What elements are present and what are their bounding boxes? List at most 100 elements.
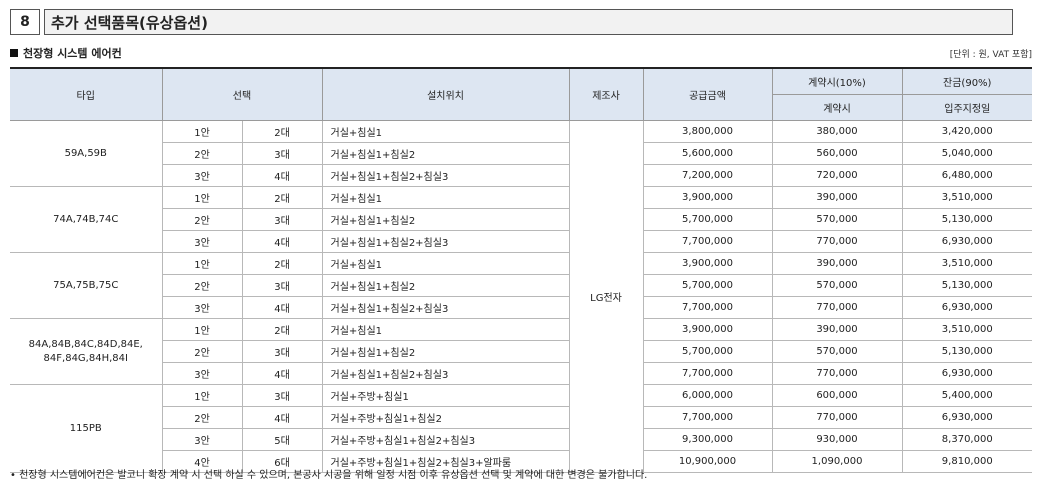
balance-cell: 9,810,000 (901, 450, 1032, 473)
section-header: 8 추가 선택품목(유상옵션) (10, 9, 1013, 35)
location-cell: 거실+침실1+침실2 (321, 340, 570, 363)
price-cell: 7,700,000 (642, 296, 773, 319)
plan-cell: 1안 (161, 120, 243, 143)
price-cell: 5,600,000 (642, 142, 773, 165)
location-cell: 거실+침실1+침실2 (321, 142, 570, 165)
price-cell: 3,900,000 (642, 318, 773, 341)
sub-heading-bar: 천장형 시스템 에어컨 [단위 : 원, VAT 포함] (10, 44, 1032, 62)
options-table: 타입 선택 설치위치 제조사 공급금액 계약시(10%) 잔금(90%) 계약시… (10, 67, 1032, 473)
header-contract: 계약시(10%) (771, 67, 903, 95)
location-cell: 거실+침실1+침실2+침실3 (321, 230, 570, 253)
balance-cell: 6,480,000 (901, 164, 1032, 187)
location-cell: 거실+침실1 (321, 318, 570, 341)
price-cell: 9,300,000 (642, 428, 773, 451)
contract-cell: 390,000 (771, 252, 903, 275)
location-cell: 거실+침실1 (321, 186, 570, 209)
price-cell: 7,700,000 (642, 230, 773, 253)
table-row: 3안 4대 거실+침실1+침실2+침실3 7,700,000 770,000 6,930,… (10, 230, 1032, 253)
price-cell: 7,700,000 (642, 406, 773, 429)
plan-cell: 3안 (162, 362, 243, 385)
contract-cell: 600,000 (771, 384, 903, 407)
balance-cell: 8,370,000 (901, 428, 1032, 451)
plan-cell: 1안 (161, 252, 243, 275)
location-cell: 거실+침실1+침실2+침실3 (321, 164, 570, 187)
table-row: 84A,84B,84C,84D,84E, 84F,84G,84H,84I 1안 2대 거… (10, 318, 1032, 385)
plan-cell: 2안 (162, 406, 243, 429)
sub-heading-text: 천장형 시스템 에어컨 (23, 47, 122, 60)
balance-cell: 6,930,000 (901, 406, 1032, 429)
table-row: 3안 4대 거실+침실1+침실2+침실3 7,700,000 770,000 6,930,… (10, 296, 1032, 319)
units-cell: 5대 (241, 428, 323, 451)
balance-cell: 6,930,000 (901, 296, 1032, 319)
contract-cell: 770,000 (771, 296, 903, 319)
type-cell: 84A,84B,84C,84D,84E, 84F,84G,84H,84I (10, 318, 163, 385)
balance-cell: 3,420,000 (901, 120, 1032, 143)
balance-cell: 5,130,000 (901, 340, 1032, 363)
location-cell: 거실+침실1+침실2 (321, 208, 570, 231)
contract-cell: 720,000 (771, 164, 903, 187)
contract-cell: 560,000 (771, 142, 903, 165)
units-cell: 4대 (241, 362, 323, 385)
options-table-body: 59A,59B 1안 2대 거실+침실1 LG전자 3,800,000 380,000 3,4… (10, 120, 1032, 473)
header-row: 타입 선택 설치위치 제조사 공급금액 계약시(10%) 잔금(90%) (10, 67, 1032, 121)
units-cell: 3대 (241, 142, 323, 165)
units-cell: 2대 (241, 186, 323, 209)
header-location: 설치위치 (321, 67, 570, 121)
table-row: 75A,75B,75C 1안 2대 거실+침실1 3,900,000 390,000 3,5… (10, 252, 1032, 319)
location-cell: 거실+침실1+침실2+침실3 (321, 296, 570, 319)
plan-cell: 2안 (162, 142, 243, 165)
contract-cell: 570,000 (771, 340, 903, 363)
balance-cell: 6,930,000 (901, 230, 1032, 253)
header-type: 타입 (10, 67, 163, 121)
price-cell: 10,900,000 (642, 450, 773, 473)
contract-cell: 570,000 (771, 208, 903, 231)
units-cell: 3대 (241, 340, 323, 363)
table-row: 2안 3대 거실+침실1+침실2 5,700,000 570,000 5,130,000 (10, 208, 1032, 231)
maker-cell: LG전자 (568, 120, 644, 473)
plan-cell: 1안 (161, 384, 243, 407)
table-row: 2안 3대 거실+침실1+침실2 5,600,000 560,000 5,040,000 (10, 142, 1032, 165)
contract-cell: 770,000 (771, 406, 903, 429)
type-cell: 59A,59B (10, 120, 163, 187)
header-maker: 제조사 (568, 67, 644, 121)
plan-cell: 1안 (161, 318, 243, 341)
location-cell: 거실+주방+침실1+침실2 (321, 406, 570, 429)
balance-cell: 3,510,000 (901, 186, 1032, 209)
balance-cell: 6,930,000 (901, 362, 1032, 385)
units-cell: 4대 (241, 164, 323, 187)
table-row: 59A,59B 1안 2대 거실+침실1 LG전자 3,800,000 380,000 3,4… (10, 120, 1032, 473)
balance-cell: 5,400,000 (901, 384, 1032, 407)
section-number: 8 (10, 9, 40, 35)
contract-cell: 390,000 (771, 186, 903, 209)
table-row: 74A,74B,74C 1안 2대 거실+침실1 3,900,000 390,000 3,5… (10, 186, 1032, 253)
contract-cell: 770,000 (771, 362, 903, 385)
plan-cell: 3안 (162, 230, 243, 253)
footnote: • 천장형 시스템에어컨은 발코니 확장 계약 시 선택 하실 수 있으며, 본… (10, 470, 648, 481)
table-row: 115PB 1안 3대 거실+주방+침실1 6,000,000 600,000 5,400,… (10, 384, 1032, 473)
balance-cell: 5,130,000 (901, 208, 1032, 231)
contract-cell: 1,090,000 (771, 450, 903, 473)
contract-cell: 390,000 (771, 318, 903, 341)
price-cell: 3,800,000 (642, 120, 773, 143)
unit-note: [단위 : 원, VAT 포함] (949, 49, 1032, 60)
units-cell: 2대 (241, 318, 323, 341)
price-cell: 7,700,000 (642, 362, 773, 385)
contract-cell: 380,000 (771, 120, 903, 143)
table-row: 3안 5대 거실+주방+침실1+침실2+침실3 9,300,000 930,000 8,3… (10, 428, 1032, 451)
plan-cell: 2안 (162, 340, 243, 363)
square-bullet-icon (10, 49, 18, 57)
location-cell: 거실+침실1 (321, 120, 570, 143)
location-cell: 거실+주방+침실1+침실2+침실3 (321, 428, 570, 451)
header-price: 공급금액 (642, 67, 773, 121)
contract-cell: 770,000 (771, 230, 903, 253)
units-cell: 2대 (241, 252, 323, 275)
table-row: 3안 4대 거실+침실1+침실2+침실3 7,700,000 770,000 6,930,… (10, 362, 1032, 385)
table-row: 2안 4대 거실+주방+침실1+침실2 7,700,000 770,000 6,930,0… (10, 406, 1032, 429)
plan-cell: 3안 (162, 428, 243, 451)
location-cell: 거실+주방+침실1 (321, 384, 570, 407)
sub-heading: 천장형 시스템 에어컨 (10, 45, 122, 61)
units-cell: 3대 (241, 208, 323, 231)
table-row: 2안 3대 거실+침실1+침실2 5,700,000 570,000 5,130,000 (10, 340, 1032, 363)
location-cell: 거실+침실1+침실2 (321, 274, 570, 297)
units-cell: 3대 (241, 384, 323, 407)
